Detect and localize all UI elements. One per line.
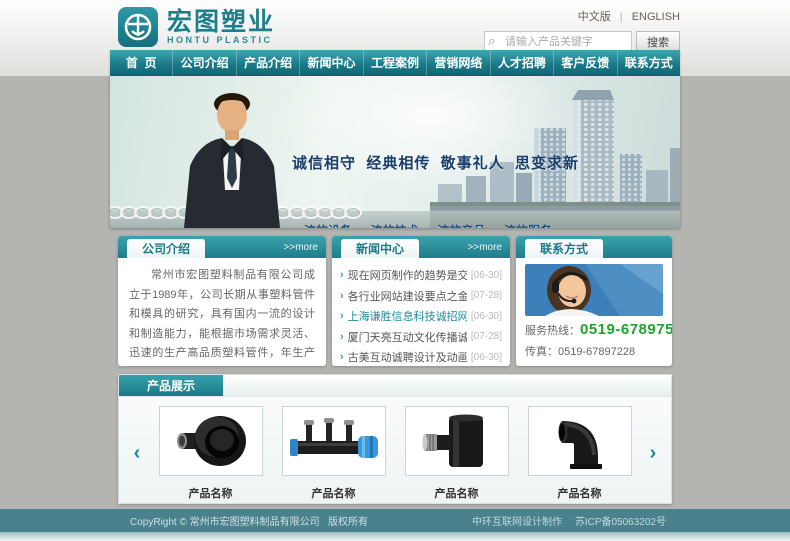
news-list-item[interactable]: › 上海谦胜信息科技诚招网页设计师 [06-30] xyxy=(340,306,502,327)
carousel-prev-icon[interactable]: ‹ xyxy=(125,442,149,465)
banner-slogans: 诚信相守 经典相传 敬事礼人 思变求新 一流的设备 一流的技术 一流的产品 一流… xyxy=(292,116,579,228)
products-title-tab[interactable]: 产品展示 xyxy=(119,375,223,396)
nav-item-feedback[interactable]: 客户反馈 xyxy=(554,50,617,76)
product-image xyxy=(159,406,263,476)
logo-name-en: HONTU PLASTIC xyxy=(167,35,275,45)
email-line: 公司邮箱：hongtuplastic@163.com xyxy=(525,364,663,366)
fax-line: 传真：0519-67897228 xyxy=(525,343,663,359)
footer-icp-number[interactable]: 苏ICP备05063202号 xyxy=(575,517,666,528)
news-section-header: 新闻中心 >>more xyxy=(332,236,510,258)
search-button[interactable]: 搜索 xyxy=(636,31,680,52)
footer: CopyRight © 常州市宏图塑料制品有限公司 版权所有 中环互联网设计制作… xyxy=(0,509,790,532)
news-section: 新闻中心 >>more › 现在网页制作的趋势是交互设计？ [06-30] › … xyxy=(332,236,510,366)
product-name: 产品名称 xyxy=(155,485,267,501)
news-more-link[interactable]: >>more xyxy=(468,238,502,258)
product-image xyxy=(405,406,509,476)
news-list: › 现在网页制作的趋势是交互设计？ [06-30] › 各行业网站建设要点之金融… xyxy=(332,258,510,366)
banner-slogan-main: 诚信相守 经典相传 敬事礼人 思变求新 xyxy=(292,152,579,173)
product-card[interactable]: 产品名称 xyxy=(524,406,636,501)
nav-item-network[interactable]: 营销网络 xyxy=(427,50,490,76)
nav-item-contact[interactable]: 联系方式 xyxy=(618,50,680,76)
news-title-tab[interactable]: 新闻中心 xyxy=(341,239,419,258)
hotline-number: 0519-67897528 xyxy=(580,321,672,338)
product-card[interactable]: 产品名称 xyxy=(155,406,267,501)
product-image xyxy=(528,406,632,476)
news-title: 现在网页制作的趋势是交互设计？ xyxy=(348,267,467,283)
nav-item-cases[interactable]: 工程案例 xyxy=(364,50,427,76)
about-text: 常州市宏图塑料制品有限公司成立于1989年，公司长期从事塑料管件和模具的研究，具… xyxy=(118,258,326,366)
fax-number: 0519-67897228 xyxy=(558,346,635,358)
about-title-tab[interactable]: 公司介绍 xyxy=(127,239,205,258)
hotline-label: 服务热线： xyxy=(525,325,580,337)
about-more-link[interactable]: >>more xyxy=(284,238,318,258)
footer-credits: 中环互联网设计制作 苏ICP备05063202号 xyxy=(462,513,666,528)
banner-slogan-sub: 一流的设备 一流的技术 一流的产品 一流的服务 xyxy=(292,222,579,228)
news-title: 各行业网站建设要点之金融投资类企业网站 xyxy=(348,288,467,304)
language-switcher: 中文版 | ENGLISH xyxy=(484,8,680,24)
news-date: [07-28] xyxy=(471,290,502,301)
bullet-icon: › xyxy=(340,310,344,322)
product-card[interactable]: 产品名称 xyxy=(401,406,513,501)
lang-divider: | xyxy=(620,11,623,23)
products-section-header: 产品展示 xyxy=(119,375,671,397)
search-bar: ⌕ 搜索 xyxy=(484,31,680,52)
header-right: 中文版 | ENGLISH ⌕ 搜索 xyxy=(484,8,680,52)
nav-item-products[interactable]: 产品介绍 xyxy=(237,50,300,76)
footer-copyright: CopyRight © 常州市宏图塑料制品有限公司 版权所有 xyxy=(130,513,368,528)
product-card[interactable]: 产品名称 xyxy=(278,406,390,501)
product-name: 产品名称 xyxy=(278,485,390,501)
hero-banner: 诚信相守 经典相传 敬事礼人 思变求新 一流的设备 一流的技术 一流的产品 一流… xyxy=(110,76,680,228)
customer-service-photo xyxy=(525,264,663,316)
products-section: 产品展示 ‹ xyxy=(118,374,672,504)
products-carousel: ‹ xyxy=(119,397,671,501)
about-section: 公司介绍 >>more 常州市宏图塑料制品有限公司成立于1989年，公司长期从事… xyxy=(118,236,326,366)
news-title: 上海谦胜信息科技诚招网页设计师 xyxy=(348,308,467,324)
logo-text: 宏图塑业 HONTU PLASTIC xyxy=(167,9,275,45)
news-list-item[interactable]: › 厦门天亮互动文化传播诚聘网页设计师 [07-28] xyxy=(340,327,502,348)
search-icon: ⌕ xyxy=(488,33,495,49)
news-list-item[interactable]: › 现在网页制作的趋势是交互设计？ [06-30] xyxy=(340,265,502,286)
carousel-next-icon[interactable]: › xyxy=(641,442,665,465)
news-date: [06-30] xyxy=(471,311,502,322)
nav-item-jobs[interactable]: 人才招聘 xyxy=(491,50,554,76)
contact-section: 联系方式 xyxy=(516,236,672,366)
product-name: 产品名称 xyxy=(401,485,513,501)
news-date: [06-30] xyxy=(471,270,502,281)
bottom-strip xyxy=(0,532,790,541)
company-logo[interactable]: 宏图塑业 HONTU PLASTIC xyxy=(118,7,275,47)
bullet-icon: › xyxy=(340,269,344,281)
news-list-item[interactable]: › 各行业网站建设要点之金融投资类企业网站 [07-28] xyxy=(340,286,502,307)
news-date: [06-30] xyxy=(471,352,502,363)
news-list-item[interactable]: › 古美互动诚聘设计及动画等互动人才 [06-30] xyxy=(340,347,502,366)
bullet-icon: › xyxy=(340,331,344,343)
contact-section-header: 联系方式 xyxy=(516,236,672,258)
news-date: [07-28] xyxy=(471,331,502,342)
news-title: 古美互动诚聘设计及动画等互动人才 xyxy=(348,349,467,365)
main-content: 诚信相守 经典相传 敬事礼人 思变求新 一流的设备 一流的技术 一流的产品 一流… xyxy=(110,76,680,504)
header: 宏图塑业 HONTU PLASTIC 中文版 | ENGLISH ⌕ 搜索 xyxy=(0,0,790,76)
product-image xyxy=(282,406,386,476)
bullet-icon: › xyxy=(340,351,344,363)
logo-name-zh: 宏图塑业 xyxy=(167,9,275,35)
page: 宏图塑业 HONTU PLASTIC 中文版 | ENGLISH ⌕ 搜索 xyxy=(0,0,790,541)
lang-chinese-link[interactable]: 中文版 xyxy=(578,11,611,23)
bullet-icon: › xyxy=(340,290,344,302)
contact-body: 服务热线：0519-67897528 传真：0519-67897228 公司邮箱… xyxy=(516,258,672,366)
footer-designer: 中环互联网设计制作 xyxy=(472,517,562,528)
info-columns: 公司介绍 >>more 常州市宏图塑料制品有限公司成立于1989年，公司长期从事… xyxy=(110,236,680,366)
main-nav: 首 页 公司介绍 产品介绍 新闻中心 工程案例 营销网络 人才招聘 客户反馈 联… xyxy=(110,50,680,76)
lang-english-link[interactable]: ENGLISH xyxy=(632,11,680,23)
businessman-image xyxy=(162,88,302,228)
search-input[interactable] xyxy=(484,31,632,52)
nav-item-home[interactable]: 首 页 xyxy=(110,50,173,76)
contact-title-tab[interactable]: 联系方式 xyxy=(525,239,603,258)
news-title: 厦门天亮互动文化传播诚聘网页设计师 xyxy=(348,329,467,345)
fax-label: 传真： xyxy=(525,346,558,358)
about-section-header: 公司介绍 >>more xyxy=(118,236,326,258)
nav-item-about[interactable]: 公司介绍 xyxy=(173,50,236,76)
logo-icon xyxy=(118,7,158,47)
product-name: 产品名称 xyxy=(524,485,636,501)
nav-item-news[interactable]: 新闻中心 xyxy=(300,50,363,76)
hotline-line: 服务热线：0519-67897528 xyxy=(525,321,663,338)
